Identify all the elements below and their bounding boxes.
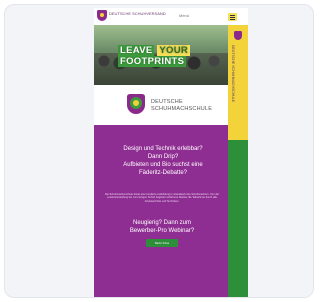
question-line: Design und Technik erlebbar?: [123, 146, 203, 152]
side-rail: DEUTSCHE SCHUHMACHSCHULE: [228, 25, 248, 297]
site-header: DEUTSCHE SCHUHVERSAND Menü: [94, 8, 226, 26]
side-rail-green: [228, 140, 248, 297]
hero-word-footprints: FOOTPRINTS: [118, 56, 187, 67]
cta-heading: Neugierig? Dann zum Bewerber-Pro Webinar…: [106, 219, 218, 235]
site-logo-text[interactable]: DEUTSCHE SCHUHVERSAND: [109, 12, 166, 16]
more-info-button[interactable]: Mehr Infos: [146, 239, 178, 247]
intro-paragraph: Die Schuhmacherschule bietet eine fundie…: [104, 193, 220, 203]
question-list: Design und Technik erlebbar? Dann Drip? …: [106, 145, 220, 177]
side-rail-yellow: DEUTSCHE SCHUHMACHSCHULE: [228, 25, 248, 140]
hero-word-leave: LEAVE: [118, 45, 155, 56]
site-logo-icon[interactable]: [97, 10, 107, 21]
preview-card: DEUTSCHE SCHUHVERSAND Menü LEAVE YOUR FO…: [4, 4, 314, 298]
question-line: Dann Drip?: [147, 154, 179, 160]
question-line: Aufbieten und Bio suchst eine: [123, 162, 203, 168]
menu-label[interactable]: Menü: [179, 14, 189, 18]
mobile-page-preview[interactable]: DEUTSCHE SCHUHVERSAND Menü LEAVE YOUR FO…: [94, 8, 248, 297]
content-section: Design und Technik erlebbar? Dann Drip? …: [94, 125, 228, 297]
hero-headline: LEAVE YOUR FOOTPRINTS: [118, 45, 228, 71]
question-line: Fäderitz-Debatte?: [138, 170, 188, 176]
brand-name-line2: SCHUHMACHSCHULE: [151, 105, 213, 112]
brand-name: DEUTSCHE SCHUHMACHSCHULE: [151, 99, 212, 112]
rail-logo-icon: [234, 31, 242, 40]
cta-heading-line1: Neugierig? Dann zum: [132, 220, 192, 226]
rail-vertical-text: DEUTSCHE SCHUHMACHSCHULE: [231, 45, 235, 103]
hero-word-your: YOUR: [157, 45, 191, 56]
school-emblem-icon: [127, 94, 145, 114]
brand-section: DEUTSCHE SCHUHMACHSCHULE: [94, 85, 228, 125]
cta-heading-line2: Bewerber-Pro Webinar?: [129, 228, 195, 234]
hero-banner: LEAVE YOUR FOOTPRINTS: [94, 25, 228, 85]
hamburger-menu-icon[interactable]: [228, 13, 237, 21]
